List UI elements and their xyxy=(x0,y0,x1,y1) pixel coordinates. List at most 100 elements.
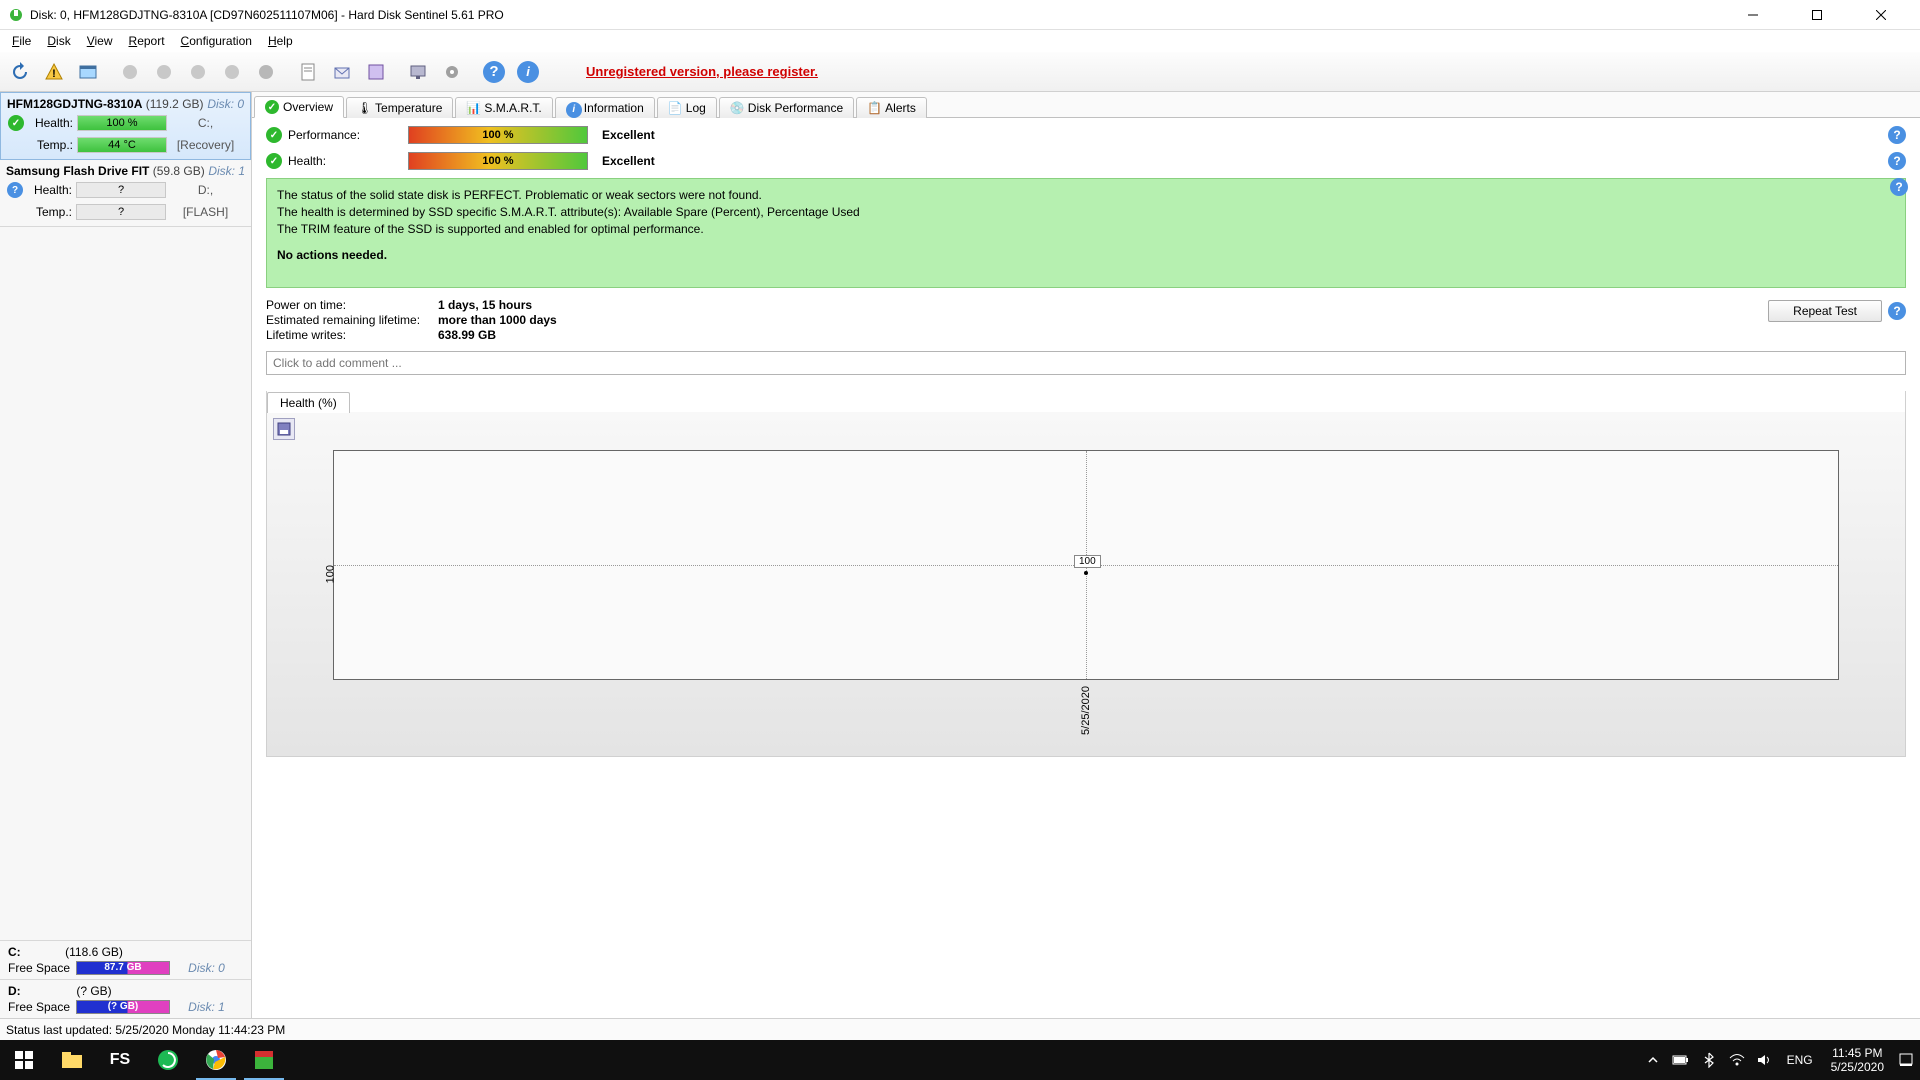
status-line: The status of the solid state disk is PE… xyxy=(277,187,1895,204)
ok-icon xyxy=(265,100,279,114)
gear-icon[interactable] xyxy=(436,56,468,88)
help-icon[interactable]: ? xyxy=(1888,126,1906,144)
volume-icon[interactable] xyxy=(1753,1040,1777,1080)
spiral-app-icon[interactable] xyxy=(144,1040,192,1080)
unregistered-link[interactable]: Unregistered version, please register. xyxy=(586,64,818,79)
start-button[interactable] xyxy=(0,1040,48,1080)
tab-temperature[interactable]: 🌡Temperature xyxy=(346,97,453,118)
writes-value: 638.99 GB xyxy=(438,328,496,342)
overview-pane: Performance: 100 % Excellent ? Health: 1… xyxy=(252,118,1920,383)
tool-icon-3[interactable] xyxy=(182,56,214,88)
disk-size: (59.8 GB) xyxy=(153,164,205,178)
question-icon: ? xyxy=(6,182,24,198)
tool-icon-4[interactable] xyxy=(216,56,248,88)
disk-number: Disk: 1 xyxy=(208,164,245,178)
status-line: The health is determined by SSD specific… xyxy=(277,204,1895,221)
performance-row: Performance: 100 % Excellent ? xyxy=(266,126,1906,144)
partition-entry-d[interactable]: D: (? GB) Free Space (? GB) Disk: 1 xyxy=(0,979,251,1018)
chart-point-label: 100 xyxy=(1074,555,1101,568)
taskbar: FS ENG 11:45 PM 5/25/2020 xyxy=(0,1040,1920,1080)
language-indicator[interactable]: ENG xyxy=(1781,1053,1819,1067)
bluetooth-icon[interactable] xyxy=(1697,1040,1721,1080)
tabs: Overview 🌡Temperature 📊S.M.A.R.T. iInfor… xyxy=(252,92,1920,118)
fs-app-icon[interactable]: FS xyxy=(96,1040,144,1080)
temp-value: ? xyxy=(76,204,166,220)
minimize-button[interactable] xyxy=(1730,0,1776,30)
temp-label: Temp.: xyxy=(25,138,77,152)
file-explorer-icon[interactable] xyxy=(48,1040,96,1080)
tool-icon-2[interactable] xyxy=(148,56,180,88)
health-label: Health: xyxy=(24,183,76,197)
window-icon[interactable] xyxy=(72,56,104,88)
thermometer-icon: 🌡 xyxy=(357,101,371,115)
menu-report[interactable]: Report xyxy=(121,32,173,50)
health-value: 100 % xyxy=(77,115,167,131)
disk-size: (119.2 GB) xyxy=(146,97,204,111)
wifi-icon[interactable] xyxy=(1725,1040,1749,1080)
disk-entry-0[interactable]: HFM128GDJTNG-8310A (119.2 GB) Disk: 0 He… xyxy=(0,92,251,160)
window-title: Disk: 0, HFM128GDJTNG-8310A [CD97N602511… xyxy=(30,8,1730,22)
maximize-button[interactable] xyxy=(1794,0,1840,30)
drive-letter: C:, xyxy=(167,116,244,130)
help-icon[interactable]: ? xyxy=(478,56,510,88)
notifications-icon[interactable] xyxy=(1896,1040,1916,1080)
ok-icon xyxy=(266,153,288,170)
help-icon[interactable]: ? xyxy=(1890,178,1908,196)
writes-label: Lifetime writes: xyxy=(266,328,438,342)
menu-help[interactable]: Help xyxy=(260,32,301,50)
help-icon[interactable]: ? xyxy=(1888,302,1906,320)
document-icon[interactable] xyxy=(292,56,324,88)
refresh-icon[interactable] xyxy=(4,56,36,88)
save-chart-icon[interactable] xyxy=(273,418,295,440)
tray-chevron-icon[interactable] xyxy=(1641,1040,1665,1080)
status-text: Status last updated: 5/25/2020 Monday 11… xyxy=(6,1023,285,1037)
menu-view[interactable]: View xyxy=(79,32,121,50)
x-tick-label: 5/25/2020 xyxy=(1080,686,1092,735)
disk-entry-1[interactable]: Samsung Flash Drive FIT (59.8 GB) Disk: … xyxy=(0,160,251,227)
free-space-bar: (? GB) xyxy=(76,1000,170,1014)
tab-overview[interactable]: Overview xyxy=(254,96,344,118)
chrome-icon[interactable] xyxy=(192,1040,240,1080)
menu-file[interactable]: File xyxy=(4,32,39,50)
disk-extra: [Recovery] xyxy=(167,138,244,152)
repeat-test-button[interactable]: Repeat Test xyxy=(1768,300,1882,322)
smart-icon: 📊 xyxy=(466,101,480,115)
performance-icon: 💿 xyxy=(730,101,744,115)
menu-configuration[interactable]: Configuration xyxy=(173,32,260,50)
info-icon[interactable]: i xyxy=(512,56,544,88)
partition-letter: D: xyxy=(8,984,21,998)
partition-letter: C: xyxy=(8,945,21,959)
tab-information[interactable]: iInformation xyxy=(555,97,655,118)
partition-disk: Disk: 0 xyxy=(170,961,243,975)
status-box: The status of the solid state disk is PE… xyxy=(266,178,1906,288)
close-button[interactable] xyxy=(1858,0,1904,30)
lifetime-value: more than 1000 days xyxy=(438,313,557,327)
tab-smart[interactable]: 📊S.M.A.R.T. xyxy=(455,97,552,118)
menubar: File Disk View Report Configuration Help xyxy=(0,30,1920,52)
clock[interactable]: 11:45 PM 5/25/2020 xyxy=(1823,1046,1892,1075)
performance-label: Performance: xyxy=(288,128,408,142)
menu-disk[interactable]: Disk xyxy=(39,32,78,50)
chart-tab-health[interactable]: Health (%) xyxy=(267,392,350,413)
tool-icon-5[interactable] xyxy=(250,56,282,88)
clock-date: 5/25/2020 xyxy=(1831,1060,1884,1074)
send-icon[interactable] xyxy=(326,56,358,88)
sidebar: HFM128GDJTNG-8310A (119.2 GB) Disk: 0 He… xyxy=(0,92,252,1018)
partition-entry-c[interactable]: C: (118.6 GB) Free Space 87.7 GB Disk: 0 xyxy=(0,940,251,979)
tab-alerts[interactable]: 📋Alerts xyxy=(856,97,927,118)
y-tick-label: 100 xyxy=(324,565,336,583)
warning-icon[interactable]: ! xyxy=(38,56,70,88)
comment-input[interactable] xyxy=(266,351,1906,375)
tab-disk-performance[interactable]: 💿Disk Performance xyxy=(719,97,854,118)
health-chart: 100 100 5/25/2020 xyxy=(333,450,1839,680)
tool-icon-1[interactable] xyxy=(114,56,146,88)
tab-log[interactable]: 📄Log xyxy=(657,97,717,118)
help-icon[interactable]: ? xyxy=(1888,152,1906,170)
svg-text:!: ! xyxy=(52,68,56,80)
hdsentinel-taskbar-icon[interactable] xyxy=(240,1040,288,1080)
monitor-icon[interactable] xyxy=(402,56,434,88)
power-on-value: 1 days, 15 hours xyxy=(438,298,532,312)
export-icon[interactable] xyxy=(360,56,392,88)
partition-size: (? GB) xyxy=(24,984,164,998)
battery-icon[interactable] xyxy=(1669,1040,1693,1080)
